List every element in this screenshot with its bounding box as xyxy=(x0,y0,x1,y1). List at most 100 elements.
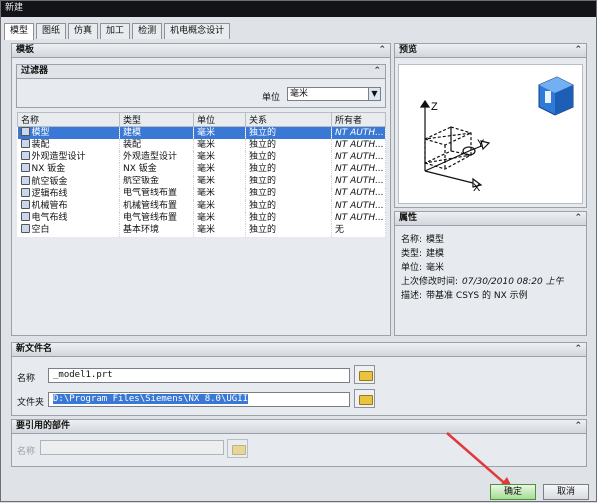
property-value: 毫米 xyxy=(426,263,445,273)
collapse-icon[interactable]: ⌃ xyxy=(574,420,582,433)
column-header-relation[interactable]: 关系 xyxy=(245,112,332,127)
template-cell-text: 外观造型设计 xyxy=(123,151,178,162)
template-cell-text: 机械管布 xyxy=(31,201,68,212)
tab-mechatronics[interactable]: 机电概念设计 xyxy=(164,23,231,39)
referenced-name-label: 名称 xyxy=(17,447,36,457)
collapse-icon[interactable]: ⌃ xyxy=(574,212,582,225)
folder-path-input[interactable]: D:\Program Files\Siemens\NX 8.0\UGII xyxy=(48,392,350,407)
template-cell-unit: 毫米 xyxy=(193,199,246,213)
new-filename-header[interactable]: 新文件名 ⌃ xyxy=(12,343,586,357)
template-row[interactable]: 电气布线 电气管线布置 毫米 独立的 NT AUTH... xyxy=(17,212,386,225)
column-header-owner[interactable]: 所有者 xyxy=(331,112,386,127)
tab-drawing[interactable]: 图纸 xyxy=(36,23,67,39)
template-cell-name: 模型 xyxy=(17,126,120,139)
template-row[interactable]: 航空钣金 航空钣金 毫米 独立的 NT AUTH... xyxy=(17,175,386,188)
template-cell-relation: 独立的 xyxy=(245,151,332,164)
dialog-title: 新建 xyxy=(5,3,24,13)
browse-file-folder-icon[interactable] xyxy=(354,365,375,384)
template-cell-owner: 无 xyxy=(331,224,386,237)
template-type-icon xyxy=(20,175,30,185)
template-type-icon xyxy=(20,139,30,149)
property-value: 建模 xyxy=(426,249,445,259)
template-row[interactable]: 逻辑布线 电气管线布置 毫米 独立的 NT AUTH... xyxy=(17,187,386,200)
tab-manufacturing[interactable]: 加工 xyxy=(100,23,131,39)
properties-header[interactable]: 属性 ⌃ xyxy=(395,212,586,226)
template-cell-type: 机械管线布置 xyxy=(119,199,194,213)
template-cell-relation: 独立的 xyxy=(245,187,332,200)
collapse-icon[interactable]: ⌃ xyxy=(373,65,381,78)
template-row[interactable]: NX 钣金 NX 钣金 毫米 独立的 NT AUTH... xyxy=(17,163,386,176)
template-cell-name: 逻辑布线 xyxy=(17,187,120,200)
template-cell-text: 电气管线布置 xyxy=(123,212,178,223)
template-cell-text: NX 钣金 xyxy=(31,164,66,175)
browse-folder-icon[interactable] xyxy=(354,389,375,408)
template-cell-unit: 毫米 xyxy=(193,175,246,188)
property-row: 上次修改时间: 07/30/2010 08:20 上午 xyxy=(401,274,564,287)
tab-inspection[interactable]: 检测 xyxy=(132,23,163,39)
template-cell-type: 外观造型设计 xyxy=(119,151,194,164)
column-header-type[interactable]: 类型 xyxy=(119,112,194,127)
template-cell-text: 机械管线布置 xyxy=(123,200,178,211)
template-cell-text: 建模 xyxy=(123,127,142,138)
template-cell-unit: 毫米 xyxy=(193,139,246,152)
template-cell-text: NX 钣金 xyxy=(123,163,157,174)
template-cell-text: 毫米 xyxy=(197,127,216,138)
filter-header[interactable]: 过滤器 ⌃ xyxy=(17,65,385,79)
properties-panel: 属性 ⌃ 名称: 模型 类型: 建模 单位: 毫米 上次修改时间: 07/30/2010 08… xyxy=(394,211,587,336)
template-row[interactable]: 空白 基本环境 毫米 独立的 无 xyxy=(17,224,386,237)
template-cell-text: 独立的 xyxy=(249,200,277,211)
template-cell-text: 电气管线布置 xyxy=(123,188,178,199)
preview-header[interactable]: 预览 ⌃ xyxy=(395,44,586,58)
template-cell-text: 毫米 xyxy=(197,151,216,162)
axis-z-label: Z xyxy=(431,101,438,113)
column-header-unit[interactable]: 单位 xyxy=(193,112,246,127)
template-cell-text: NT AUTH... xyxy=(335,212,384,223)
referenced-name-input xyxy=(40,440,224,455)
property-value: 07/30/2010 08:20 上午 xyxy=(462,277,564,287)
filter-header-label: 过滤器 xyxy=(21,66,49,76)
column-header-name[interactable]: 名称 xyxy=(17,112,120,127)
new-filename-panel: 新文件名 ⌃ 名称 _model1.prt 文件夹 D:\Program Fil… xyxy=(11,342,587,416)
template-cell-text: 独立的 xyxy=(249,127,277,138)
property-value: 带基准 CSYS 的 NX 示例 xyxy=(426,291,528,301)
tab-simulation[interactable]: 仿真 xyxy=(68,23,99,39)
templates-header[interactable]: 模板 ⌃ xyxy=(12,44,390,58)
template-cell-relation: 独立的 xyxy=(245,163,332,176)
template-cell-unit: 毫米 xyxy=(193,224,246,237)
tab-model[interactable]: 模型 xyxy=(4,23,35,40)
templates-table: 名称 类型 单位 关系 所有者 模型 建模 毫米 独立的 NT AUTH... 装配 装配毫… xyxy=(17,112,386,237)
axis-y-label: Y xyxy=(477,138,485,150)
template-type-icon xyxy=(20,127,30,136)
collapse-icon[interactable]: ⌃ xyxy=(574,343,582,356)
template-row[interactable]: 装配 装配 毫米 独立的 NT AUTH... xyxy=(17,139,386,152)
template-cell-text: 独立的 xyxy=(249,212,277,223)
template-cell-text: 毫米 xyxy=(197,176,216,187)
dialog-title-bar[interactable]: 新建 xyxy=(1,1,596,17)
cancel-button-label: 取消 xyxy=(556,487,575,497)
template-row[interactable]: 模型 建模 毫米 独立的 NT AUTH... xyxy=(17,126,386,139)
property-row: 类型: 建模 xyxy=(401,246,444,259)
template-row[interactable]: 外观造型设计 外观造型设计 毫米 独立的 NT AUTH... xyxy=(17,151,386,164)
ok-button-label: 确定 xyxy=(503,487,522,497)
table-header-row: 名称 类型 单位 关系 所有者 xyxy=(17,112,386,127)
template-cell-text: 独立的 xyxy=(249,139,277,150)
template-type-icon xyxy=(20,163,30,173)
template-cell-unit: 毫米 xyxy=(193,187,246,200)
cancel-button[interactable]: 取消 xyxy=(543,484,589,500)
unit-select[interactable]: 毫米 ▼ xyxy=(287,87,381,101)
template-cell-text: 毫米 xyxy=(197,188,216,199)
chevron-down-icon[interactable]: ▼ xyxy=(368,88,380,100)
ok-button[interactable]: 确定 xyxy=(490,484,536,500)
collapse-icon[interactable]: ⌃ xyxy=(574,44,582,57)
template-cell-owner: NT AUTH... xyxy=(331,199,386,213)
folder-path-value: D:\Program Files\Siemens\NX 8.0\UGII xyxy=(53,394,249,404)
template-cell-owner: NT AUTH... xyxy=(331,212,386,225)
collapse-icon[interactable]: ⌃ xyxy=(378,44,386,57)
filename-input[interactable]: _model1.prt xyxy=(48,368,350,383)
template-cell-name: 电气布线 xyxy=(17,212,120,225)
template-row[interactable]: 机械管布 机械管线布置 毫米 独立的 NT AUTH... xyxy=(17,199,386,213)
referenced-parts-header[interactable]: 要引用的部件 ⌃ xyxy=(12,420,586,434)
template-cell-owner: NT AUTH... xyxy=(331,151,386,164)
template-cell-type: 电气管线布置 xyxy=(119,212,194,225)
referenced-parts-header-label: 要引用的部件 xyxy=(16,421,71,431)
